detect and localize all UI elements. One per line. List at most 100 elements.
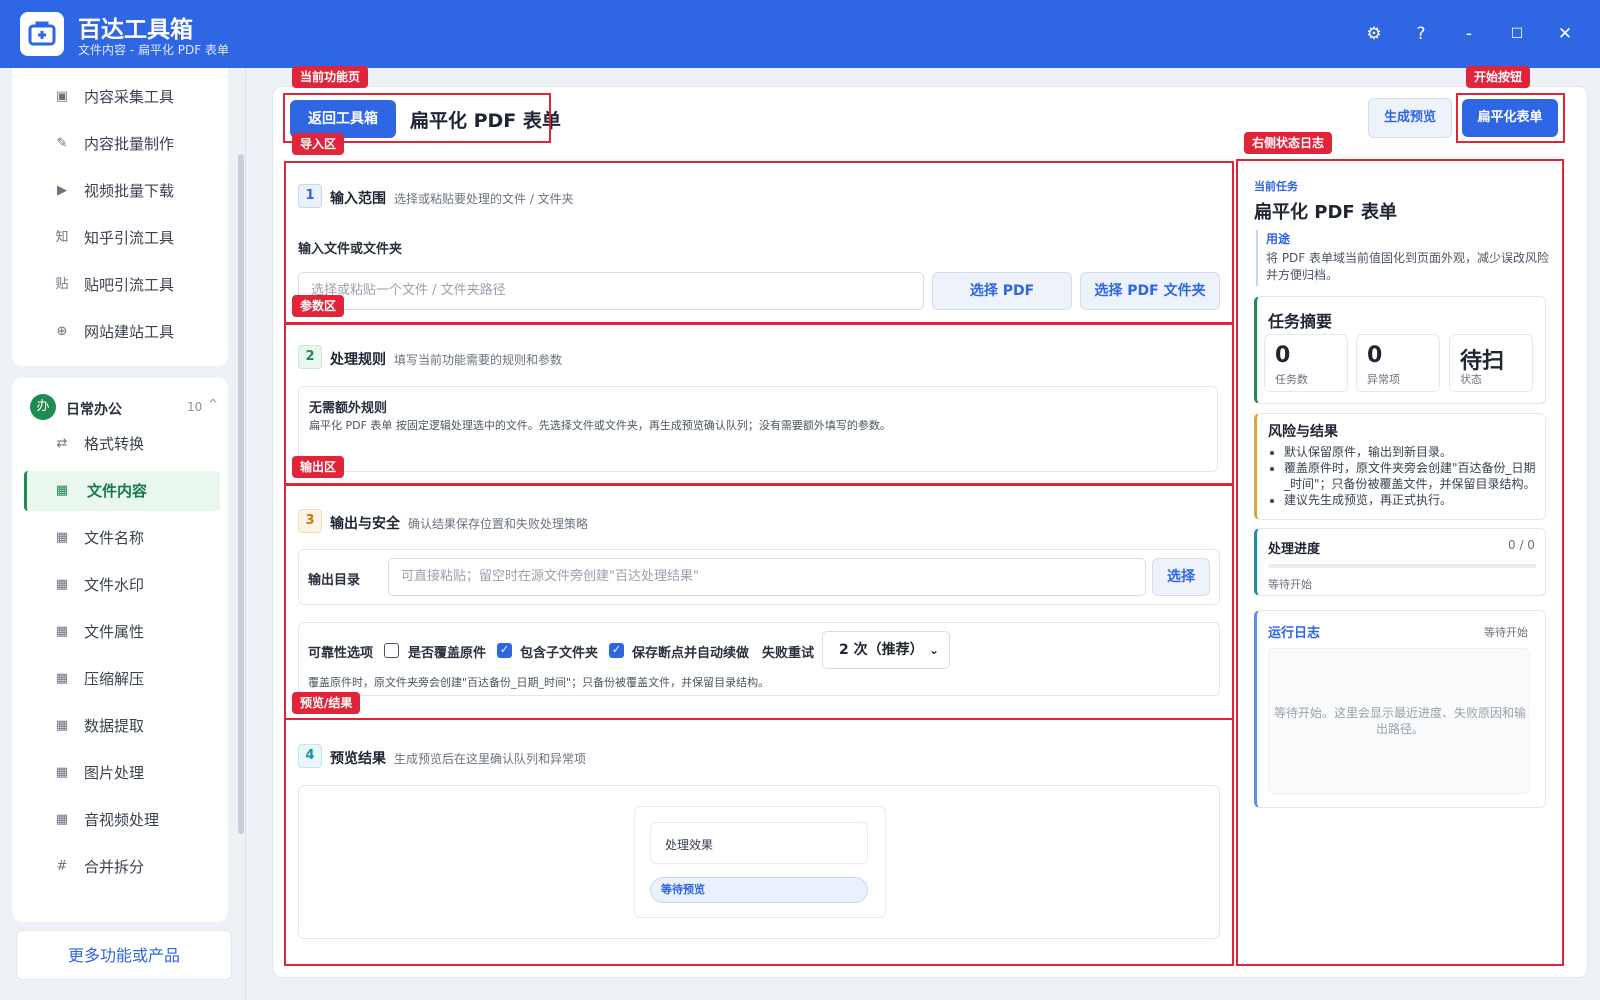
sidebar-item-watermark[interactable]: ▦ 文件水印 [24, 565, 220, 605]
sidebar-item-compress[interactable]: ▦ 压缩解压 [24, 659, 220, 699]
globe-icon: ⊕ [56, 324, 68, 339]
sidebar-item-website[interactable]: ⊕ 网站建站工具 [24, 312, 220, 352]
stat-label: 状态 [1460, 373, 1482, 386]
sidebar-item-batch-create[interactable]: ✎ 内容批量制作 [24, 124, 220, 164]
start-button[interactable]: 扁平化表单 [1462, 99, 1558, 137]
sidebar-item-av[interactable]: ▦ 音视频处理 [24, 800, 220, 840]
summary-title: 任务摘要 [1268, 312, 1333, 331]
swap-icon: ⇄ [56, 436, 68, 451]
more-products-button[interactable]: 更多功能或产品 [16, 930, 232, 980]
settings-icon[interactable]: ⚙ [1362, 22, 1386, 46]
stat-exception-count: 0 异常项 [1356, 334, 1440, 392]
output-dir-input[interactable]: 可直接粘贴；留空时在源文件旁创建"百达处理结果" [388, 558, 1146, 596]
page-title: 扁平化 PDF 表单 [410, 110, 561, 132]
sidebar: ▣ 内容采集工具 ✎ 内容批量制作 ▶ 视频批量下载 知知乎引流工具 贴贴吧引流工具 … [0, 68, 246, 1000]
generate-preview-button[interactable]: 生成预览 [1368, 98, 1452, 138]
rules-card: 无需额外规则 扁平化 PDF 表单 按固定逻辑处理选中的文件。先选择文件或文件夹… [298, 386, 1218, 472]
section-title: 处理规则 [330, 352, 386, 368]
sidebar-item-label: 视频批量下载 [84, 182, 175, 200]
sidebar-item-label: 文件属性 [84, 623, 145, 641]
app-logo [20, 12, 64, 56]
retry-select[interactable]: 2 次（推荐） ⌄ [822, 631, 950, 669]
input-path-field[interactable]: 选择或粘贴一个文件 / 文件夹路径 [298, 272, 924, 310]
risk-item: 建议先生成预览，再正式执行。 [1284, 492, 1540, 508]
output-dir-label: 输出目录 [308, 573, 361, 588]
sidebar-group-header[interactable]: 办 日常办公 10 ^ [12, 388, 228, 428]
zhihu-icon: 知 [55, 230, 69, 245]
chevron-down-icon: ⌄ [928, 643, 939, 657]
section-title: 预览结果 [330, 751, 386, 767]
rules-card-title: 无需额外规则 [309, 401, 388, 416]
sidebar-scrollbar[interactable] [238, 154, 244, 834]
subfolders-checkbox[interactable]: ✓ [497, 643, 512, 658]
overwrite-checkbox[interactable] [384, 643, 399, 658]
rules-card-text: 扁平化 PDF 表单 按固定逻辑处理选中的文件。先选择文件或文件夹，再生成预览确… [309, 419, 891, 432]
log-output[interactable]: 等待开始。这里会显示最近进度、失败原因和输出路径。 [1268, 648, 1530, 794]
annotation-tag-current-page: 当前功能页 [292, 66, 369, 88]
sidebar-item-label: 内容采集工具 [84, 88, 175, 106]
section-number: 1 [298, 184, 322, 208]
sidebar-item-label: 格式转换 [84, 435, 145, 453]
section-description: 填写当前功能需要的规则和参数 [394, 353, 563, 367]
maximize-icon[interactable]: ☐ [1505, 22, 1529, 46]
sidebar-item-label: 网站建站工具 [84, 323, 175, 341]
sidebar-item-zhihu[interactable]: 知知乎引流工具 [24, 218, 220, 258]
app-subtitle: 文件内容 - 扁平化 PDF 表单 [78, 43, 229, 57]
choose-pdf-folder-button[interactable]: 选择 PDF 文件夹 [1080, 272, 1220, 310]
annotation-tag-params: 参数区 [292, 295, 345, 317]
grid-icon: ▦ [55, 624, 69, 639]
section-title: 输出与安全 [330, 516, 400, 532]
choose-pdf-button[interactable]: 选择 PDF [932, 272, 1072, 310]
resume-option-label: 保存断点并自动续做 [632, 646, 750, 661]
grid-icon: ▦ [55, 671, 69, 686]
sidebar-item-label: 数据提取 [84, 717, 145, 735]
overwrite-option-label: 是否覆盖原件 [408, 646, 487, 661]
reliability-label: 可靠性选项 [308, 646, 374, 661]
risk-list: 默认保留原件，输出到新目录。 覆盖原件时，原文件夹旁会创建"百达备份_日期_时间… [1270, 444, 1540, 508]
sidebar-item-file-props[interactable]: ▦ 文件属性 [24, 612, 220, 652]
purpose-accent [1256, 230, 1258, 286]
stat-value: 0 [1367, 343, 1383, 368]
sidebar-item-image[interactable]: ▦ 图片处理 [24, 753, 220, 793]
grid-icon: ▦ [55, 577, 69, 592]
retry-select-value: 2 次（推荐） [839, 642, 924, 658]
progress-status: 等待开始 [1268, 578, 1312, 591]
retry-label: 失败重试 [762, 646, 815, 661]
grid-icon: ▦ [55, 483, 69, 498]
sidebar-item-file-name[interactable]: ▦ 文件名称 [24, 518, 220, 558]
grid-icon: ▦ [55, 530, 69, 545]
purpose-text: 将 PDF 表单域当前值固化到页面外观，减少误改风险并方便归档。 [1266, 251, 1550, 282]
group-badge: 办 [30, 394, 56, 420]
task-label: 当前任务 [1254, 180, 1298, 193]
input-field-label: 输入文件或文件夹 [298, 242, 403, 257]
sidebar-item-file-content[interactable]: ▦ 文件内容 [24, 471, 220, 511]
grid-icon: ▦ [55, 718, 69, 733]
grid-icon: ▦ [55, 765, 69, 780]
tieba-icon: 贴 [55, 277, 69, 292]
progress-bar [1268, 564, 1536, 568]
close-icon[interactable]: ✕ [1553, 22, 1577, 46]
grid-icon: ▦ [55, 812, 69, 827]
sidebar-item-data-extract[interactable]: ▦ 数据提取 [24, 706, 220, 746]
group-count: 10 [187, 400, 203, 414]
section-description: 选择或粘贴要处理的文件 / 文件夹 [394, 192, 574, 206]
sidebar-item-tieba[interactable]: 贴贴吧引流工具 [24, 265, 220, 305]
sidebar-item-merge-split[interactable]: # 合并拆分 [24, 847, 220, 887]
minimize-icon[interactable]: - [1457, 22, 1481, 46]
sidebar-item-label: 文件水印 [84, 576, 145, 594]
chevron-up-icon[interactable]: ^ [208, 397, 218, 411]
risk-item: 默认保留原件，输出到新目录。 [1284, 444, 1540, 460]
sidebar-item-label: 图片处理 [84, 764, 145, 782]
sidebar-item-label: 合并拆分 [84, 858, 145, 876]
sidebar-item-content-collect[interactable]: ▣ 内容采集工具 [24, 77, 220, 117]
sidebar-item-label: 压缩解压 [84, 670, 145, 688]
choose-output-button[interactable]: 选择 [1152, 558, 1210, 596]
resume-checkbox[interactable]: ✓ [609, 643, 624, 658]
section-description: 生成预览后在这里确认队列和异常项 [394, 752, 587, 766]
sidebar-item-label: 知乎引流工具 [84, 229, 175, 247]
help-icon[interactable]: ? [1409, 22, 1433, 46]
collect-icon: ▣ [55, 89, 69, 104]
hash-icon: # [56, 859, 68, 874]
sidebar-item-format-convert[interactable]: ⇄ 格式转换 [24, 424, 220, 464]
sidebar-item-video-download[interactable]: ▶ 视频批量下载 [24, 171, 220, 211]
